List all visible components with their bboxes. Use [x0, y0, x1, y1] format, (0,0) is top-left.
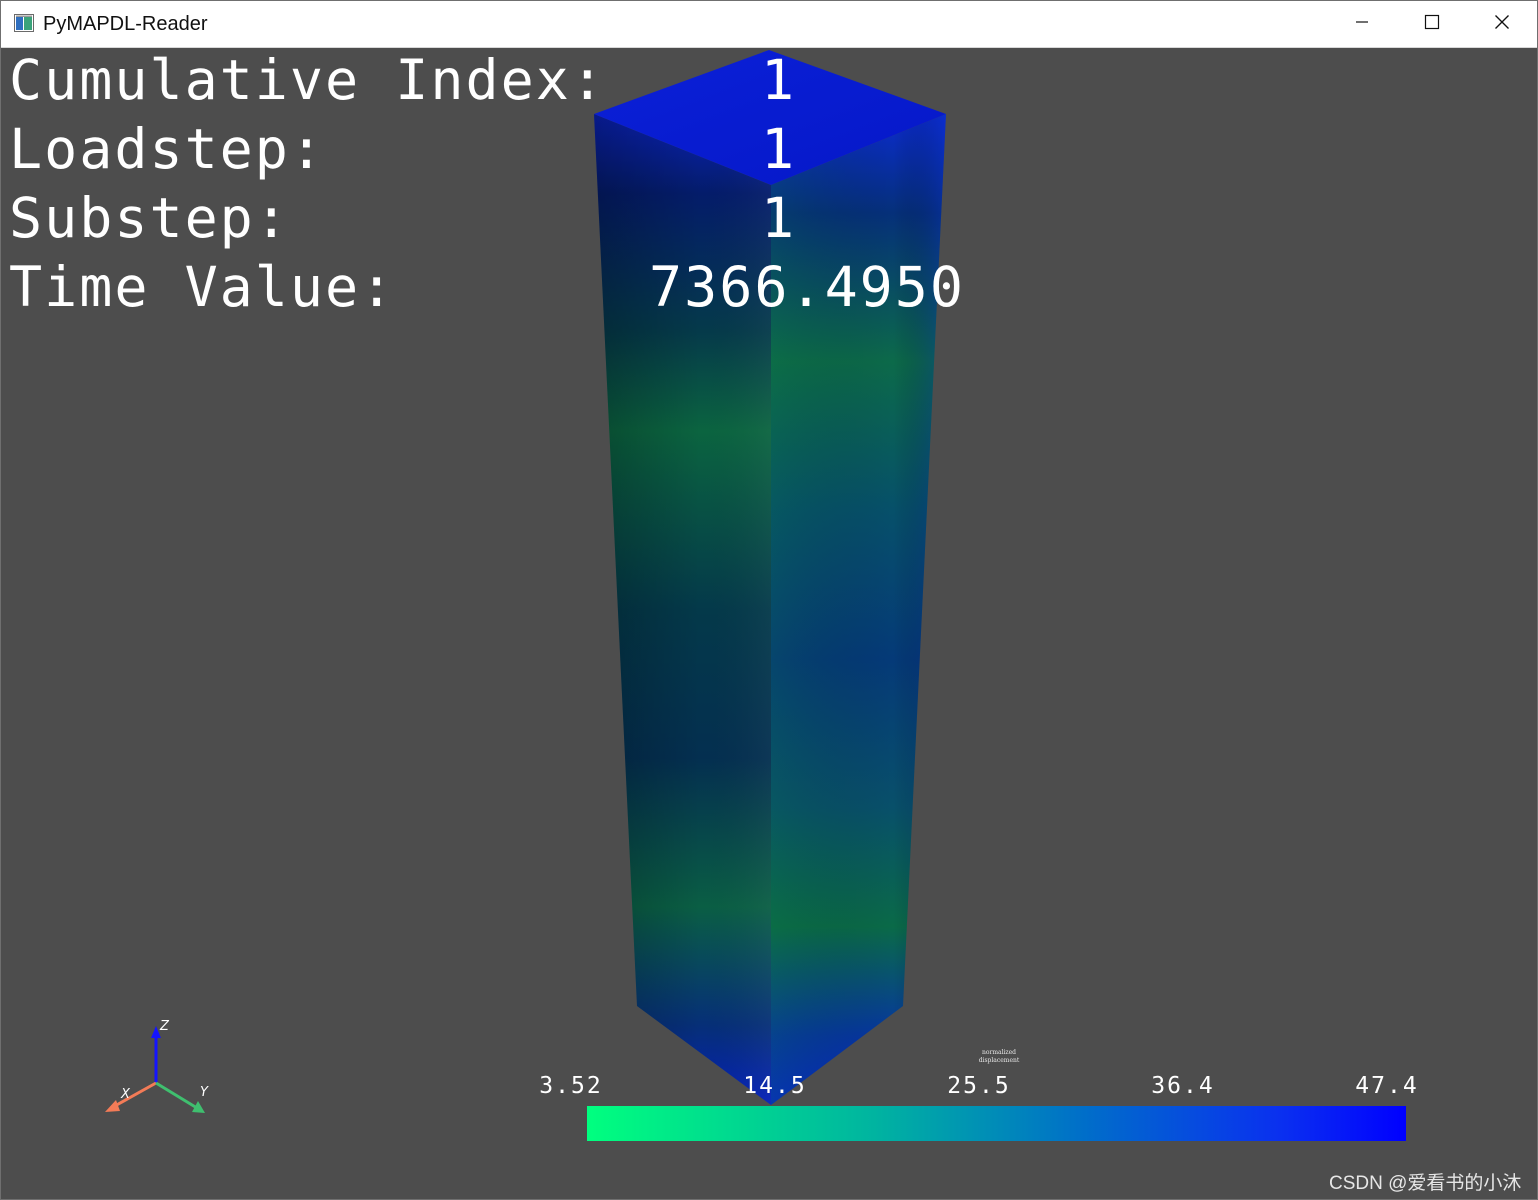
pymapdl-reader-window: PyMAPDL-Reader Cumulative Index: 1 Loads…: [0, 0, 1538, 1200]
csdn-watermark: CSDN @爱看书的小沐: [1329, 1173, 1522, 1194]
x-axis-arrow: [105, 1100, 120, 1112]
scalar-bar-title: normalized displacement: [978, 1049, 1020, 1064]
scalar-bar-tick-4: 47.4: [1355, 1073, 1419, 1099]
scalar-bar-gradient: [587, 1106, 1406, 1141]
x-axis-label: X: [120, 1087, 131, 1102]
maximize-icon: [1424, 14, 1440, 34]
close-button[interactable]: [1467, 1, 1537, 47]
substep-label: Substep:: [9, 186, 290, 250]
loadstep-value: 1: [761, 117, 797, 181]
scalar-bar-tick-2: 25.5: [947, 1073, 1011, 1099]
y-axis-line: [155, 1081, 198, 1110]
minimize-button[interactable]: [1327, 1, 1397, 47]
scalar-bar-tick-0: 3.52: [539, 1073, 603, 1099]
y-axis-label: Y: [200, 1085, 209, 1100]
z-axis-label: Z: [159, 1019, 170, 1034]
substep-value: 1: [761, 186, 797, 250]
loadstep-label: Loadstep:: [9, 117, 326, 181]
render-viewport[interactable]: Cumulative Index: 1 Loadstep: 1 Substep:…: [1, 48, 1537, 1199]
cumulative-index-label: Cumulative Index:: [9, 48, 606, 112]
axes-orientation-widget: Z X Y: [105, 1019, 209, 1113]
minimize-icon: [1354, 14, 1370, 34]
scalar-bar-tick-1: 14.5: [743, 1073, 807, 1099]
window-title: PyMAPDL-Reader: [43, 13, 208, 35]
title-bar[interactable]: PyMAPDL-Reader: [1, 1, 1537, 48]
maximize-button[interactable]: [1397, 1, 1467, 47]
time-value-label: Time Value:: [9, 255, 396, 319]
app-window-icon: [14, 14, 34, 32]
close-icon: [1494, 14, 1510, 34]
scalar-bar-tick-3: 36.4: [1151, 1073, 1215, 1099]
cumulative-index-value: 1: [761, 48, 797, 112]
hud-time-value: Time Value: 7366.4950: [9, 257, 963, 497]
time-value-value: 7366.4950: [649, 255, 966, 319]
x-axis-line: [112, 1081, 157, 1109]
